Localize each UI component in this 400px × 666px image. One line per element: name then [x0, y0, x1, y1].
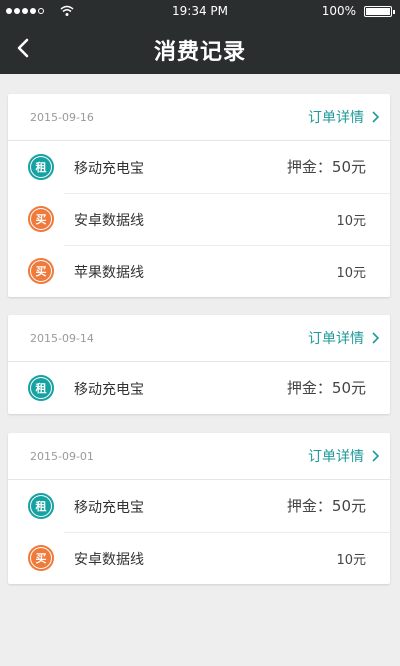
order-detail-link[interactable]: 订单详情	[308, 328, 364, 348]
rent-badge: 租	[28, 154, 54, 180]
buy-badge: 买	[28, 545, 54, 571]
list-item: 租 移动充电宝 押金：50元	[8, 141, 390, 193]
buy-badge: 买	[28, 206, 54, 232]
rent-badge: 租	[28, 375, 54, 401]
battery-percent: 100%	[321, 4, 356, 18]
chevron-right-icon[interactable]	[371, 331, 380, 345]
rent-badge: 租	[28, 493, 54, 519]
order-card: 2015-09-01 订单详情 租 移动充电宝 押金：50元 买 安卓数据线 1…	[8, 433, 390, 584]
item-name: 移动充电宝	[74, 500, 144, 516]
status-bar: 19:34 PM 100%	[0, 0, 400, 24]
buy-badge: 买	[28, 258, 54, 284]
list-item: 租 移动充电宝 押金：50元	[8, 362, 390, 414]
order-detail-link[interactable]: 订单详情	[308, 107, 364, 127]
page-title: 消费记录	[153, 40, 246, 65]
order-header: 2015-09-01 订单详情	[8, 433, 390, 480]
item-name: 苹果数据线	[74, 265, 144, 281]
list-item: 买 安卓数据线 10元	[8, 193, 390, 245]
item-price: 押金：50元	[286, 497, 366, 515]
item-name: 移动充电宝	[74, 161, 144, 177]
item-name: 安卓数据线	[74, 552, 144, 568]
item-price: 10元	[336, 214, 366, 229]
list-item: 租 移动充电宝 押金：50元	[8, 480, 390, 532]
item-price: 10元	[336, 266, 366, 281]
battery-icon	[364, 6, 395, 17]
item-price: 押金：50元	[286, 379, 366, 397]
item-price: 押金：50元	[286, 158, 366, 176]
item-name: 安卓数据线	[74, 213, 144, 229]
order-header: 2015-09-16 订单详情	[8, 94, 390, 141]
order-detail-link[interactable]: 订单详情	[308, 446, 364, 466]
order-card: 2015-09-16 订单详情 租 移动充电宝 押金：50元 买 安卓数据线 1…	[8, 94, 390, 297]
order-header: 2015-09-14 订单详情	[8, 315, 390, 362]
order-date: 2015-09-16	[30, 111, 94, 124]
item-name: 移动充电宝	[74, 382, 144, 398]
order-date: 2015-09-14	[30, 332, 94, 345]
navigation-bar: 19:34 PM 100% 消费记录	[0, 0, 400, 74]
chevron-right-icon[interactable]	[371, 110, 380, 124]
list-item: 买 安卓数据线 10元	[8, 532, 390, 584]
order-date: 2015-09-01	[30, 450, 94, 463]
list-item: 买 苹果数据线 10元	[8, 245, 390, 297]
order-card: 2015-09-14 订单详情 租 移动充电宝 押金：50元	[8, 315, 390, 414]
chevron-right-icon[interactable]	[371, 449, 380, 463]
item-price: 10元	[336, 553, 366, 568]
